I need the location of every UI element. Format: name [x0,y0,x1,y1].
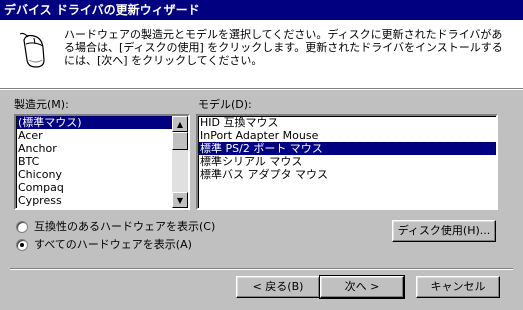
header-divider [0,88,523,90]
manufacturer-scrollbar[interactable]: ▲ ▼ [172,116,188,208]
model-list-item[interactable]: 標準シリアル マウス [198,155,496,168]
manufacturer-list-item[interactable]: Cypress [16,194,188,207]
manufacturer-list-item[interactable]: Anchor [16,142,188,155]
footer-divider [10,268,513,270]
radio-all-button[interactable] [16,239,28,251]
cancel-button[interactable]: キャンセル [416,276,500,298]
model-label: モデル(D): [198,98,252,111]
manufacturer-list-item[interactable]: Chicony [16,168,188,181]
manufacturer-label: 製造元(M): [14,98,69,111]
radio-compatible-label: 互換性のあるハードウェアを表示(C) [34,220,216,233]
radio-compatible-hardware[interactable]: 互換性のあるハードウェアを表示(C) [16,220,215,234]
scroll-down-button[interactable]: ▼ [172,192,188,208]
have-disk-button[interactable]: ディスク使用(H)... [392,220,496,242]
back-button[interactable]: < 戻る(B) [236,276,320,298]
manufacturer-list-item[interactable]: (標準マウス) [16,116,188,129]
model-list-item[interactable]: 標準バス アダプタ マウス [198,168,496,181]
mouse-icon [19,32,45,68]
scroll-thumb[interactable] [172,132,188,150]
next-button[interactable]: 次へ > [319,275,405,299]
model-list-item[interactable]: 標準 PS/2 ポート マウス [198,142,496,155]
radio-all-hardware[interactable]: すべてのハードウェアを表示(A) [16,238,192,252]
radio-compatible-button[interactable] [16,221,28,233]
model-list-item[interactable]: HID 互換マウス [198,116,496,129]
manufacturer-list-item[interactable]: Acer [16,129,188,142]
instruction-text: ハードウェアの製造元とモデルを選択してください。ディスクに更新されたドライバがあ… [64,28,503,67]
manufacturer-list-item[interactable]: BTC [16,155,188,168]
manufacturer-list-item[interactable]: Compaq [16,181,188,194]
radio-all-label: すべてのハードウェアを表示(A) [34,238,192,251]
window-title: デバイス ドライバの更新ウィザード [4,3,200,17]
model-list-item[interactable]: InPort Adapter Mouse [198,129,496,142]
wizard-window: デバイス ドライバの更新ウィザード ハードウェアの製造元とモデルを選択してくださ… [0,0,523,310]
title-bar[interactable]: デバイス ドライバの更新ウィザード [0,0,523,20]
model-listbox[interactable]: HID 互換マウス InPort Adapter Mouse 標準 PS/2 ポート… [196,114,498,210]
scroll-up-button[interactable]: ▲ [172,116,188,132]
manufacturer-listbox[interactable]: (標準マウス) Acer Anchor BTC Chicony Compaq Cypress… [14,114,190,210]
